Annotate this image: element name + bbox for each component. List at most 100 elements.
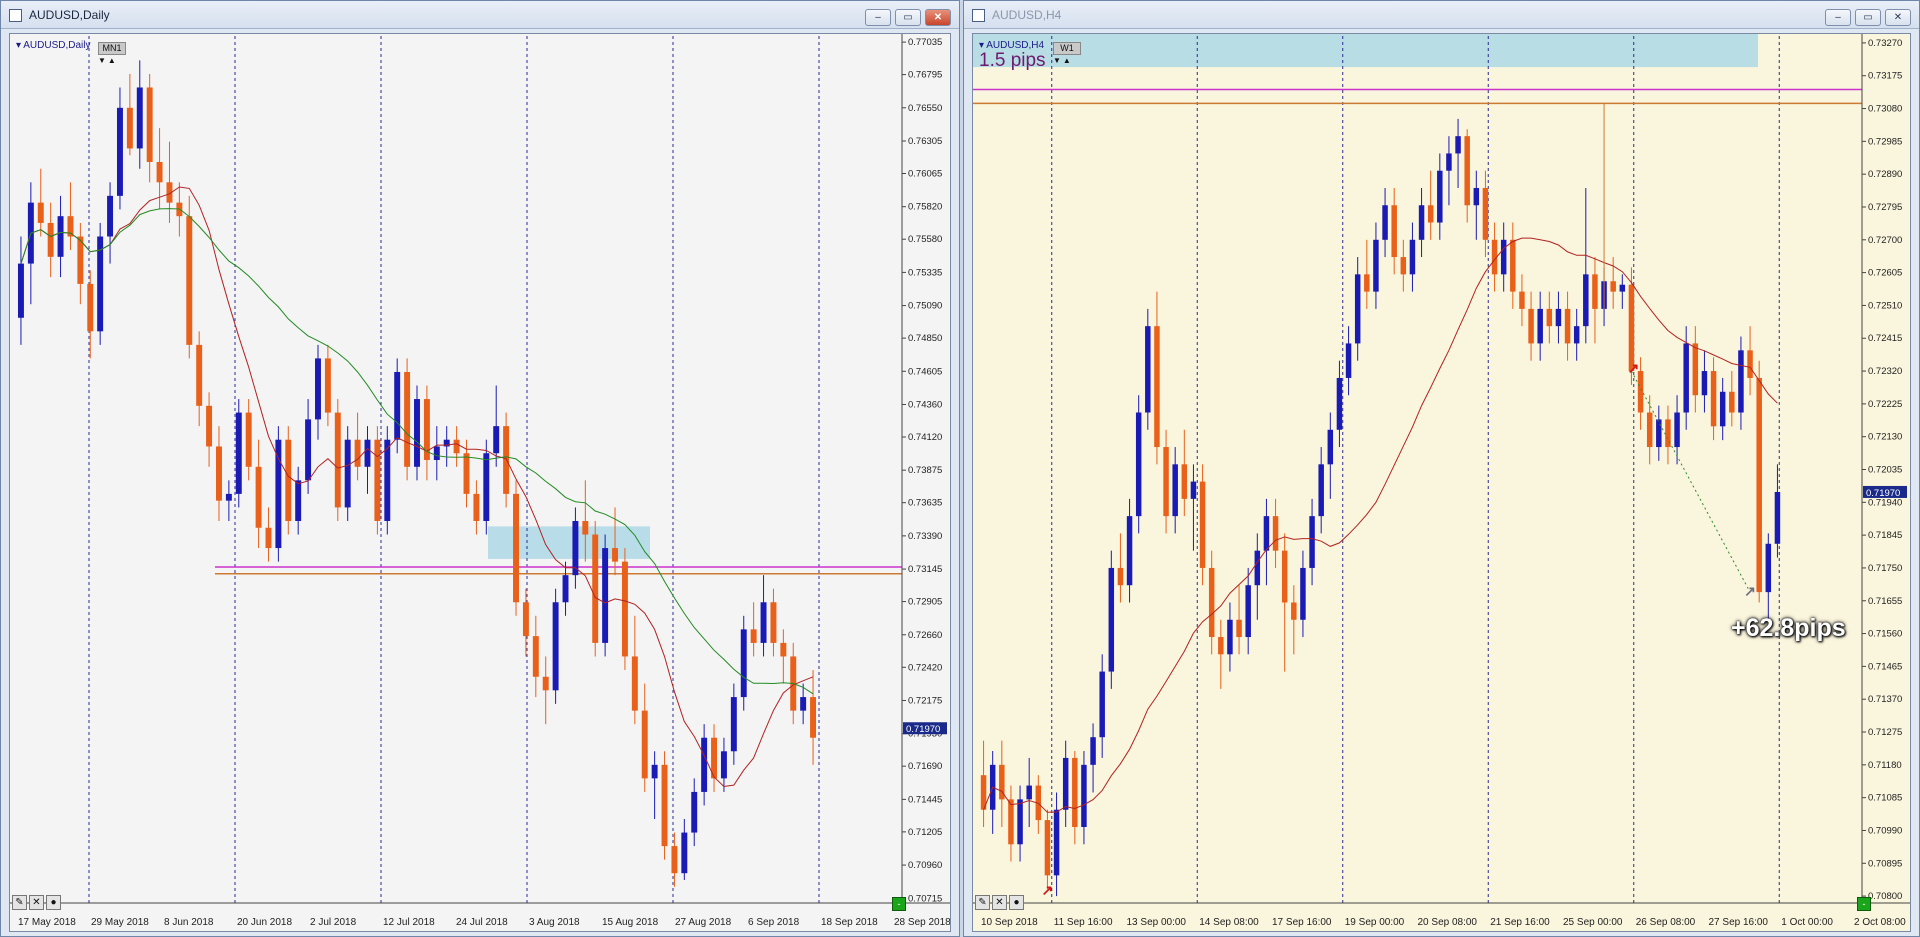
y-tick-label: 0.73145	[908, 564, 942, 575]
draw-icon[interactable]: ✎	[975, 895, 990, 910]
close-icon[interactable]: ✕	[29, 895, 44, 910]
x-tick-label: 12 Jul 2018	[383, 917, 435, 928]
candle-body	[1592, 274, 1598, 309]
h4-titlebar[interactable]: AUDUSD,H4 – ▭ ✕	[964, 1, 1919, 29]
candle-body	[1683, 343, 1689, 413]
y-tick-label: 0.71370	[1868, 694, 1902, 705]
daily-chart-window[interactable]: AUDUSD,Daily – ▭ ✕ 17 May 2018 29 May 201…	[0, 0, 960, 937]
daily-timeframe-badge: MN1	[98, 42, 126, 55]
x-tick-label: 24 Jul 2018	[456, 917, 508, 928]
candle-body	[750, 629, 757, 643]
y-tick-label: 0.71845	[1868, 530, 1902, 541]
x-tick-label: 21 Sep 16:00	[1490, 917, 1550, 928]
h4-toolbox[interactable]: ✎ ✕ ●	[975, 895, 1027, 911]
candle-body	[1172, 464, 1178, 517]
y-tick-label: 0.73875	[908, 465, 942, 476]
x-tick-label: 3 Aug 2018	[529, 917, 580, 928]
daily-candlestick-chart[interactable]: 17 May 2018 29 May 2018 8 Jun 2018 20 Jun 2…	[10, 34, 951, 932]
candle-body	[1135, 412, 1142, 517]
daily-chart-area[interactable]: 17 May 2018 29 May 2018 8 Jun 2018 20 Jun 2…	[9, 33, 951, 932]
buy-entry-arrow-icon: ↗	[1041, 882, 1053, 898]
restore-button[interactable]: ▭	[1855, 9, 1881, 26]
candle-body	[1710, 371, 1717, 427]
candle-body	[57, 216, 64, 257]
candle-body	[780, 642, 787, 657]
candle-body	[1610, 281, 1616, 292]
candle-body	[1309, 516, 1315, 568]
timeframe-arrows-icon[interactable]: ▼▲	[1053, 56, 1073, 65]
y-tick-label: 0.72420	[908, 662, 942, 673]
candle-body	[691, 791, 698, 833]
y-tick-label: 0.72985	[1868, 136, 1902, 147]
candle-body	[1008, 799, 1014, 845]
restore-button[interactable]: ▭	[895, 9, 921, 26]
close-icon[interactable]: ✕	[992, 895, 1007, 910]
candle-body	[364, 439, 371, 467]
candle-body	[1747, 350, 1753, 378]
draw-icon[interactable]: ✎	[12, 895, 27, 910]
y-tick-label: 0.75820	[908, 202, 942, 213]
minimize-button[interactable]: –	[865, 9, 891, 26]
candle-body	[305, 419, 312, 481]
daily-toolbox[interactable]: ✎ ✕ ●	[12, 895, 64, 911]
y-tick-label: 0.71465	[1868, 661, 1902, 672]
candle-body	[651, 764, 658, 779]
x-tick-label: 2 Jul 2018	[310, 917, 357, 928]
candle-body	[1126, 516, 1133, 586]
candle-body	[126, 107, 133, 149]
candle-body	[87, 283, 94, 332]
h4-candlestick-chart[interactable]: 10 Sep 2018 11 Sep 16:00 13 Sep 00:00 14 Se…	[973, 34, 1911, 932]
daily-symbol-text: AUDUSD,Daily	[23, 40, 91, 51]
candle-body	[503, 426, 510, 494]
candle-body	[671, 846, 678, 874]
close-button[interactable]: ✕	[925, 9, 951, 26]
candle-body	[1245, 585, 1251, 638]
candle-body	[1090, 737, 1096, 765]
candle-body	[542, 676, 549, 691]
status-indicator-icon: -	[892, 897, 906, 911]
close-button[interactable]: ✕	[1885, 9, 1911, 26]
candle-body	[17, 263, 24, 318]
timeframe-arrows-icon[interactable]: ▼▲	[98, 56, 118, 65]
candle-body	[1546, 308, 1553, 327]
circle-icon[interactable]: ●	[1009, 895, 1024, 910]
chart-window-icon	[9, 9, 22, 22]
minimize-button[interactable]: –	[1825, 9, 1851, 26]
candle-body	[1427, 205, 1434, 223]
y-tick-label: 0.73175	[1868, 71, 1902, 82]
candle-body	[592, 534, 599, 643]
y-tick-label: 0.74360	[908, 399, 942, 410]
y-tick-label: 0.70800	[1868, 891, 1902, 902]
candle-body	[631, 656, 638, 711]
h4-timeframe-box[interactable]: W1 ▼▲	[1053, 42, 1081, 72]
h4-chart-area[interactable]: 10 Sep 2018 11 Sep 16:00 13 Sep 00:00 14 Se…	[972, 33, 1911, 932]
h4-chart-window[interactable]: AUDUSD,H4 – ▭ ✕ 10 Sep 2018 11 Sep 16:00 1…	[963, 0, 1920, 937]
candle-body	[1391, 205, 1397, 258]
candle-body	[47, 222, 54, 257]
candle-body	[1181, 464, 1188, 499]
candle-body	[1573, 326, 1580, 344]
candle-body	[612, 548, 618, 562]
candle-body	[681, 832, 688, 874]
daily-titlebar[interactable]: AUDUSD,Daily – ▭ ✕	[1, 1, 959, 29]
daily-timeframe-box[interactable]: MN1 ▼▲	[98, 42, 126, 72]
h4-timeframe-badge: W1	[1053, 42, 1081, 55]
candle-body	[1062, 757, 1069, 810]
candle-body	[1400, 257, 1407, 275]
sell-entry-arrow-icon: ↗	[1627, 360, 1639, 376]
candle-body	[1199, 481, 1206, 568]
y-tick-label: 0.77035	[908, 37, 942, 48]
candle-body	[1528, 308, 1534, 344]
x-tick-label: 13 Sep 00:00	[1127, 917, 1187, 928]
x-tick-label: 28 Sep 2018	[894, 917, 951, 928]
candle-body	[414, 399, 420, 467]
candle-body	[641, 710, 648, 779]
current-price-label: 0.71970	[1866, 488, 1900, 499]
y-tick-label: 0.71445	[908, 794, 942, 805]
y-tick-label: 0.75580	[908, 234, 942, 245]
candle-body	[810, 697, 817, 738]
circle-icon[interactable]: ●	[46, 895, 61, 910]
candle-body	[245, 412, 252, 467]
candle-body	[77, 236, 84, 284]
y-tick-label: 0.71750	[1868, 563, 1902, 574]
